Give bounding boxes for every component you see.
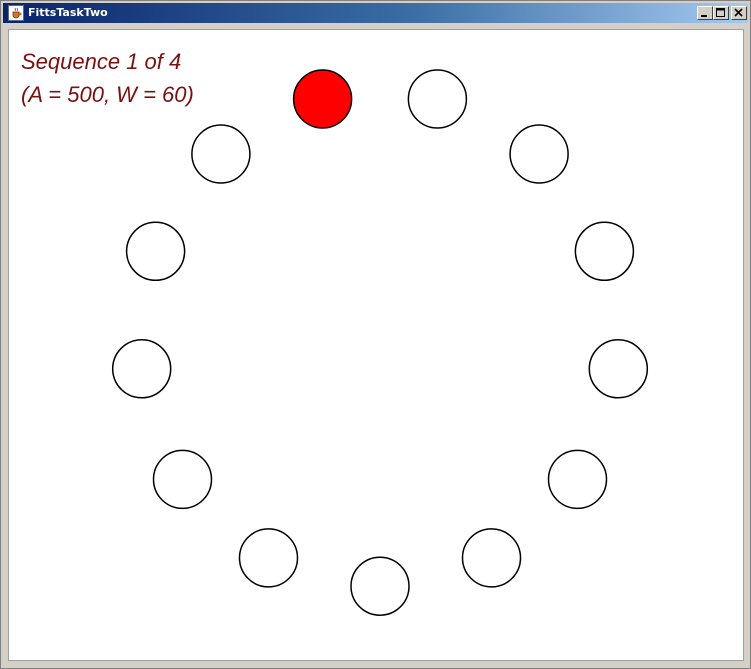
close-icon bbox=[734, 8, 743, 17]
target-circle[interactable] bbox=[407, 69, 468, 129]
maximize-icon bbox=[716, 8, 725, 17]
target-circle[interactable] bbox=[152, 449, 213, 510]
target-circle[interactable] bbox=[547, 449, 608, 510]
target-circle[interactable] bbox=[238, 528, 299, 588]
minimize-button[interactable] bbox=[697, 6, 713, 20]
targets-layer bbox=[111, 69, 649, 616]
target-circle[interactable] bbox=[191, 124, 251, 184]
target-circle[interactable] bbox=[111, 339, 172, 399]
minimize-icon bbox=[701, 15, 707, 17]
target-circle[interactable] bbox=[588, 339, 649, 399]
java-cup-icon bbox=[8, 5, 24, 21]
task-canvas[interactable]: Sequence 1 of 4 (A = 500, W = 60) bbox=[8, 29, 744, 661]
app-window: FittsTaskTwo Sequence 1 of 4 (A = 500, W… bbox=[0, 0, 751, 669]
target-circle[interactable] bbox=[125, 221, 186, 282]
title-bar[interactable]: FittsTaskTwo bbox=[3, 3, 748, 23]
close-button[interactable] bbox=[731, 6, 747, 20]
target-circle-active[interactable] bbox=[292, 69, 353, 129]
target-circle[interactable] bbox=[509, 124, 569, 184]
target-circle[interactable] bbox=[350, 556, 410, 616]
maximize-button[interactable] bbox=[713, 6, 729, 20]
window-title: FittsTaskTwo bbox=[28, 6, 108, 19]
target-circle[interactable] bbox=[574, 221, 635, 282]
target-circle[interactable] bbox=[461, 528, 522, 588]
